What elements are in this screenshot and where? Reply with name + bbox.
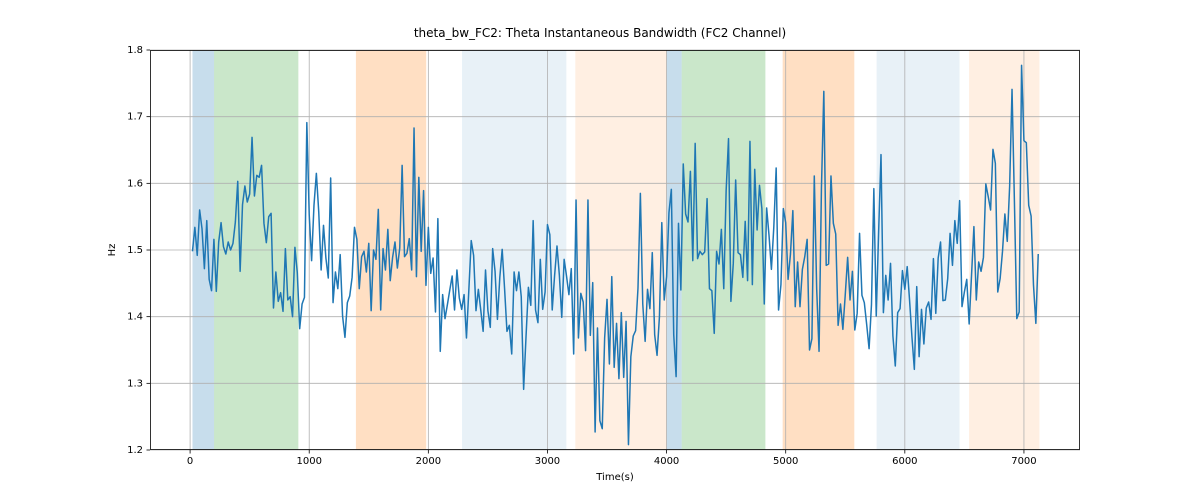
x-tick-label: 7000 (1011, 456, 1036, 467)
figure: theta_bw_FC2: Theta Instantaneous Bandwi… (0, 0, 1200, 500)
x-tick-label: 5000 (773, 456, 798, 467)
y-tick-label: 1.2 (127, 445, 143, 456)
chart-svg: 010002000300040005000600070001.21.31.41.… (150, 50, 1080, 450)
y-tick-label: 1.7 (127, 112, 143, 123)
x-tick-label: 4000 (654, 456, 679, 467)
y-tick-label: 1.6 (127, 178, 143, 189)
y-tick-label: 1.8 (127, 45, 143, 56)
x-tick-label: 0 (187, 456, 193, 467)
x-tick-label: 1000 (296, 456, 321, 467)
y-tick-label: 1.5 (127, 245, 143, 256)
x-tick-label: 3000 (535, 456, 560, 467)
y-tick-label: 1.3 (127, 378, 143, 389)
axes-area: 010002000300040005000600070001.21.31.41.… (150, 50, 1080, 450)
y-tick-label: 1.4 (127, 312, 143, 323)
chart-title: theta_bw_FC2: Theta Instantaneous Bandwi… (0, 26, 1200, 40)
x-axis-label: Time(s) (150, 472, 1080, 483)
x-tick-label: 6000 (892, 456, 917, 467)
x-tick-label: 2000 (416, 456, 441, 467)
y-axis-label: Hz (106, 50, 120, 450)
